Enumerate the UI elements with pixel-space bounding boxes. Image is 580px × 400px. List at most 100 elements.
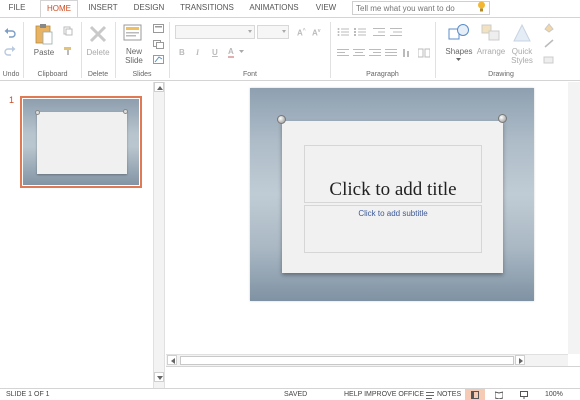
quick-styles-icon[interactable]	[512, 23, 532, 43]
scroll-left-button[interactable]	[167, 355, 177, 365]
new-slide-label-line2[interactable]: Slide	[120, 56, 148, 65]
text-direction-icon[interactable]	[402, 48, 414, 58]
normal-view-button[interactable]	[465, 389, 485, 400]
justify-icon[interactable]	[385, 48, 397, 58]
grow-font-icon[interactable]: A^	[297, 28, 306, 38]
columns-icon[interactable]	[418, 48, 430, 58]
chevron-down-icon	[248, 30, 252, 33]
redo-icon[interactable]	[4, 46, 16, 56]
delete-x-icon[interactable]	[88, 24, 108, 44]
notes-icon	[426, 392, 434, 399]
group-divider	[330, 22, 331, 78]
pushpin-icon	[498, 114, 507, 123]
layout-icon[interactable]	[153, 24, 164, 33]
reset-icon[interactable]	[153, 40, 164, 49]
status-bar: SLIDE 1 OF 1 SAVED HELP IMPROVE OFFICE N…	[0, 388, 580, 400]
lightbulb-icon	[478, 1, 485, 12]
bullets-icon[interactable]	[337, 27, 349, 37]
italic-button[interactable]: I	[196, 48, 199, 57]
slide-canvas[interactable]: Click to add title Click to add subtitle	[250, 88, 534, 301]
help-improve-office-link[interactable]: HELP IMPROVE OFFICE	[344, 391, 424, 398]
thumbnail-card	[37, 112, 127, 174]
editor-horizontal-scrollbar[interactable]	[166, 354, 568, 366]
align-left-icon[interactable]	[337, 48, 349, 58]
chevron-down-icon[interactable]	[239, 50, 244, 54]
decrease-indent-icon[interactable]	[373, 27, 385, 37]
shape-outline-icon[interactable]	[543, 39, 557, 49]
tab-animations[interactable]: ANIMATIONS	[244, 0, 304, 17]
tab-transitions[interactable]: TRANSITIONS	[176, 0, 238, 17]
slideshow-icon	[520, 391, 528, 399]
thumbnail-scrollbar[interactable]	[153, 82, 165, 388]
slide-number: 1	[9, 95, 15, 105]
section-icon[interactable]	[153, 55, 164, 64]
increase-indent-icon[interactable]	[390, 27, 402, 37]
numbering-icon[interactable]	[354, 27, 366, 37]
shapes-icon[interactable]	[448, 23, 470, 43]
group-divider	[81, 22, 82, 78]
slide-edit-pane: Click to add title Click to add subtitle	[166, 82, 580, 354]
title-placeholder-box[interactable]: Click to add title	[304, 145, 482, 203]
group-label-font: Font	[242, 71, 257, 78]
arrow-down-icon	[157, 376, 163, 380]
align-right-icon[interactable]	[369, 48, 381, 58]
slide-count-status: SLIDE 1 OF 1	[6, 391, 50, 398]
normal-view-icon	[471, 391, 479, 399]
tell-me-search-input[interactable]	[352, 1, 490, 15]
align-center-icon[interactable]	[353, 48, 365, 58]
scroll-right-button[interactable]	[515, 355, 525, 365]
group-label-undo: Undo	[2, 71, 20, 78]
shrink-font-icon[interactable]: Av	[312, 28, 321, 38]
ribbon-home: Undo Paste Clipboard Delete Delete New S…	[0, 17, 580, 81]
quick-styles-label-line1[interactable]: Quick	[506, 47, 538, 56]
subtitle-placeholder-box[interactable]: Click to add subtitle	[304, 205, 482, 253]
arrow-left-icon	[171, 358, 175, 364]
tab-design[interactable]: DESIGN	[128, 0, 170, 17]
pin-icon	[35, 110, 40, 115]
zoom-level[interactable]: 100%	[545, 391, 563, 398]
tab-view[interactable]: VIEW	[310, 0, 342, 17]
arrange-icon[interactable]	[481, 24, 501, 42]
slideshow-view-button[interactable]	[514, 389, 534, 400]
group-label-clipboard: Clipboard	[37, 71, 68, 78]
notes-pane[interactable]	[166, 366, 580, 388]
format-painter-icon[interactable]	[63, 46, 73, 56]
tab-home[interactable]: HOME	[40, 0, 78, 18]
arrow-up-icon	[157, 86, 163, 90]
font-color-button[interactable]: A	[228, 47, 234, 58]
tab-insert[interactable]: INSERT	[84, 0, 122, 17]
underline-button[interactable]: U	[212, 48, 218, 57]
shape-fill-icon[interactable]	[543, 23, 557, 33]
subtitle-placeholder-text: Click to add subtitle	[358, 209, 428, 218]
chevron-down-icon	[282, 30, 286, 33]
slide-thumbnail-pane: 1	[0, 82, 153, 388]
copy-icon[interactable]	[63, 26, 73, 36]
pushpin-icon	[277, 115, 286, 124]
chevron-down-icon[interactable]	[456, 58, 461, 62]
paste-clipboard-icon[interactable]	[35, 23, 53, 45]
undo-icon[interactable]	[4, 28, 16, 38]
font-family-select[interactable]	[175, 25, 255, 39]
arrow-right-icon	[519, 358, 523, 364]
tab-file[interactable]: FILE	[0, 0, 34, 17]
new-slide-label-line1[interactable]: New	[120, 47, 148, 56]
new-slide-icon[interactable]	[123, 22, 143, 44]
font-size-select[interactable]	[257, 25, 289, 39]
editor-vertical-scrollbar[interactable]	[568, 82, 580, 354]
notes-button[interactable]: NOTES	[437, 391, 461, 398]
slide-sorter-view-button[interactable]	[489, 389, 509, 400]
delete-button[interactable]: Delete	[84, 48, 112, 57]
quick-styles-label-line2[interactable]: Styles	[506, 56, 538, 65]
saved-status: SAVED	[284, 391, 308, 398]
shape-effects-icon[interactable]	[543, 55, 557, 65]
group-divider	[23, 22, 24, 78]
bold-button[interactable]: B	[179, 48, 185, 57]
slide-thumbnail[interactable]	[20, 96, 142, 188]
scrollbar-thumb[interactable]	[180, 356, 514, 365]
scroll-up-button[interactable]	[154, 82, 164, 92]
shapes-button[interactable]: Shapes	[442, 47, 476, 56]
scroll-down-button[interactable]	[154, 372, 164, 382]
arrange-button[interactable]: Arrange	[474, 47, 508, 56]
paste-button[interactable]: Paste	[30, 48, 58, 57]
group-divider	[115, 22, 116, 78]
